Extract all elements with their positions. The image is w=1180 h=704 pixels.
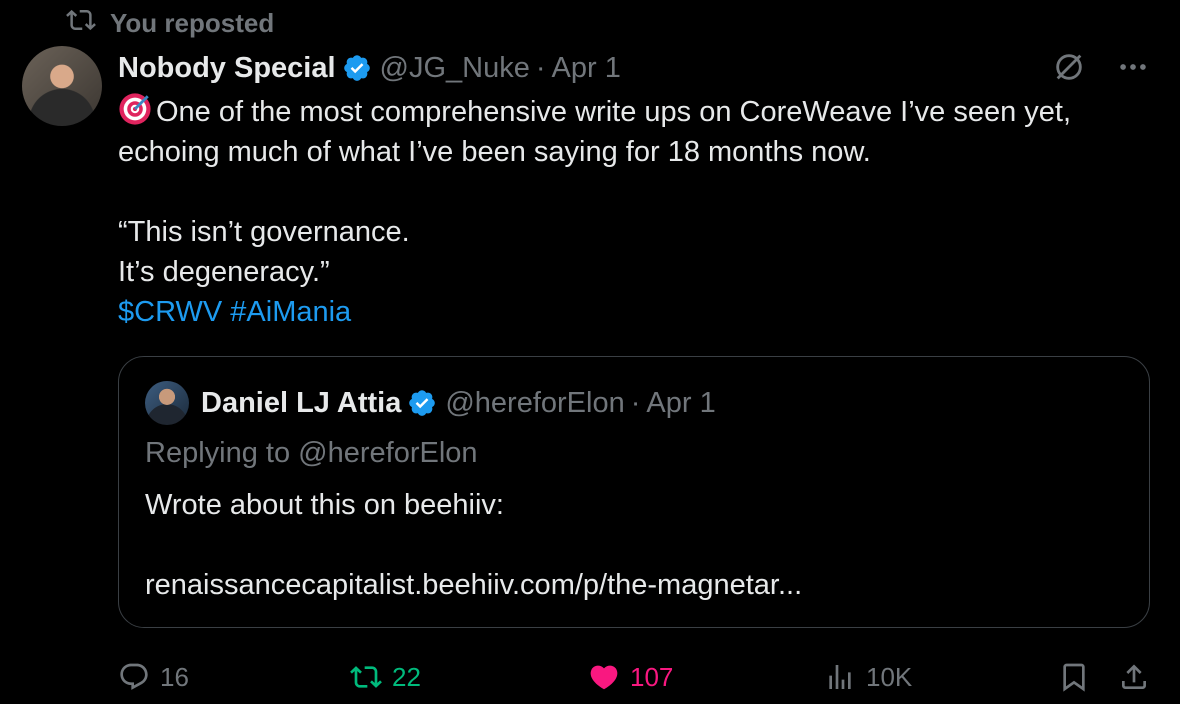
views-button[interactable]: 10K bbox=[824, 656, 912, 698]
repost-banner[interactable]: You reposted bbox=[66, 6, 274, 40]
grok-icon[interactable] bbox=[1052, 50, 1086, 89]
tweet-text-line-2: echoing much of what I’ve been saying fo… bbox=[118, 136, 871, 168]
avatar[interactable] bbox=[22, 46, 102, 126]
quote-body-line-1: Wrote about this on beehiiv: bbox=[145, 489, 504, 521]
repost-count: 22 bbox=[392, 661, 421, 692]
tweet-date[interactable]: Apr 1 bbox=[552, 52, 621, 85]
tweet-text-line-1: One of the most comprehensive write ups … bbox=[118, 92, 1158, 132]
verified-badge-icon bbox=[343, 55, 370, 81]
reply-icon bbox=[120, 663, 148, 690]
repost-banner-label: You reposted bbox=[110, 7, 275, 38]
heart-icon bbox=[590, 665, 618, 690]
tweet-text-line-3 bbox=[118, 172, 1158, 212]
quote-avatar[interactable] bbox=[145, 381, 189, 425]
header-actions bbox=[1052, 50, 1150, 89]
target-emoji-icon bbox=[119, 93, 151, 125]
bookmark-button[interactable] bbox=[1058, 656, 1090, 698]
quote-body: Wrote about this on beehiiv: renaissance… bbox=[145, 485, 802, 605]
like-count: 107 bbox=[630, 661, 674, 692]
repost-icon bbox=[350, 666, 382, 688]
bookmark-icon bbox=[1063, 663, 1085, 692]
verified-badge-icon bbox=[409, 390, 436, 416]
quote-date[interactable]: Apr 1 bbox=[646, 387, 715, 420]
cashtag-link[interactable]: $CRWV bbox=[118, 296, 222, 328]
reply-button[interactable]: 16 bbox=[118, 656, 189, 698]
quote-author-name[interactable]: Daniel LJ Attia bbox=[201, 387, 401, 420]
more-icon[interactable] bbox=[1116, 50, 1150, 89]
author-handle[interactable]: @JG_Nuke bbox=[380, 52, 530, 85]
views-count: 10K bbox=[866, 661, 913, 692]
views-icon bbox=[829, 665, 851, 689]
repost-icon bbox=[66, 5, 96, 42]
quote-link[interactable]: renaissancecapitalist.beehiiv.com/p/the-… bbox=[145, 565, 802, 605]
repost-button[interactable]: 22 bbox=[350, 656, 421, 698]
quote-header: Daniel LJ Attia @hereforElon · Apr 1 bbox=[201, 383, 716, 423]
share-button[interactable] bbox=[1118, 656, 1150, 698]
tweet-text-line-4: “This isn’t governance. bbox=[118, 216, 410, 248]
separator-dot: · bbox=[630, 386, 641, 419]
quote-body-line-2 bbox=[145, 525, 802, 565]
like-button[interactable]: 107 bbox=[588, 656, 673, 698]
author-name[interactable]: Nobody Special bbox=[118, 52, 336, 85]
tweet-tags-line: $CRWV #AiMania bbox=[118, 292, 1158, 332]
reply-count: 16 bbox=[160, 661, 189, 692]
tweet-text-line-5: It’s degeneracy.” bbox=[118, 256, 330, 288]
tweet-text-line-1-text: One of the most comprehensive write ups … bbox=[156, 96, 1072, 128]
hashtag-link[interactable]: #AiMania bbox=[230, 296, 351, 328]
quoted-tweet[interactable]: Daniel LJ Attia @hereforElon · Apr 1 Rep… bbox=[118, 356, 1150, 628]
tweet-text: One of the most comprehensive write ups … bbox=[118, 92, 1158, 332]
replying-to: Replying to @hereforElon bbox=[145, 437, 478, 470]
separator-dot: · bbox=[535, 51, 546, 84]
replying-handle[interactable]: @hereforElon bbox=[298, 437, 477, 469]
quote-author-handle[interactable]: @hereforElon bbox=[445, 387, 624, 420]
share-icon bbox=[1122, 664, 1146, 689]
replying-prefix: Replying to bbox=[145, 437, 299, 469]
tweet-header: Nobody Special @JG_Nuke · Apr 1 bbox=[118, 48, 621, 88]
action-bar: 16 22 107 10K bbox=[118, 656, 1158, 698]
